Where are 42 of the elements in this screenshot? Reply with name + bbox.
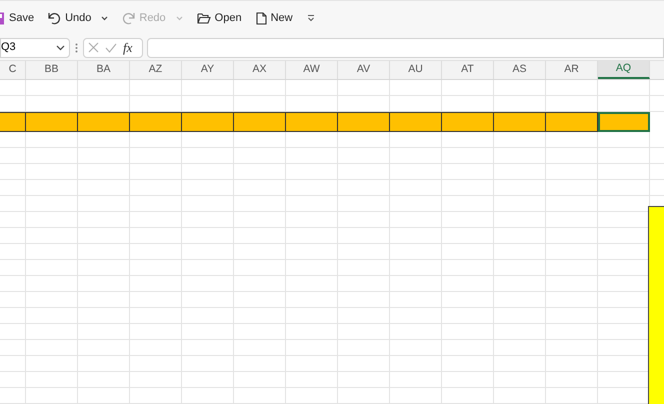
column-header[interactable]: BA <box>78 61 130 79</box>
customize-toolbar-icon[interactable] <box>306 14 315 22</box>
undo-icon <box>48 12 62 24</box>
chevron-down-icon <box>56 44 65 50</box>
column-header[interactable]: AX <box>234 61 286 79</box>
column-header[interactable]: C <box>0 61 26 79</box>
cell-reference: Q3 <box>1 40 16 56</box>
column-header[interactable]: BB <box>26 61 78 79</box>
filled-cell[interactable] <box>546 112 598 132</box>
selected-cell[interactable] <box>598 112 650 132</box>
column-header[interactable]: AZ <box>130 61 182 79</box>
document-icon <box>256 12 267 24</box>
column-header[interactable]: AW <box>286 61 338 79</box>
caret-icon[interactable] <box>101 16 108 20</box>
filled-cell[interactable] <box>130 112 182 132</box>
open-button[interactable]: Open <box>196 10 242 26</box>
formula-input[interactable] <box>147 38 664 58</box>
undo-button[interactable]: Undo <box>48 10 108 26</box>
filled-cell[interactable] <box>442 112 494 132</box>
filled-cell[interactable] <box>390 112 442 132</box>
column-header[interactable]: AY <box>182 61 234 79</box>
filled-cell[interactable] <box>26 112 78 132</box>
column-header[interactable]: AQ <box>598 61 650 79</box>
filled-cell[interactable] <box>182 112 234 132</box>
folder-icon <box>196 12 211 24</box>
new-button[interactable]: New <box>256 10 293 26</box>
save-button[interactable]: Save <box>0 10 34 26</box>
name-box[interactable]: Q3 <box>0 38 70 58</box>
column-header[interactable]: AV <box>338 61 390 79</box>
column-header[interactable]: AS <box>494 61 546 79</box>
filled-cell[interactable] <box>286 112 338 132</box>
column-header[interactable]: AU <box>390 61 442 79</box>
filled-cell[interactable] <box>338 112 390 132</box>
check-icon[interactable] <box>105 42 117 52</box>
column-header[interactable]: AT <box>442 61 494 79</box>
filled-cell[interactable] <box>494 112 546 132</box>
filled-cell[interactable] <box>0 112 26 132</box>
filled-cell[interactable] <box>78 112 130 132</box>
more-options-icon[interactable] <box>75 42 78 52</box>
filled-cell[interactable] <box>234 112 286 132</box>
redo-icon <box>122 12 136 24</box>
insert-function-button[interactable]: fx <box>123 38 132 58</box>
